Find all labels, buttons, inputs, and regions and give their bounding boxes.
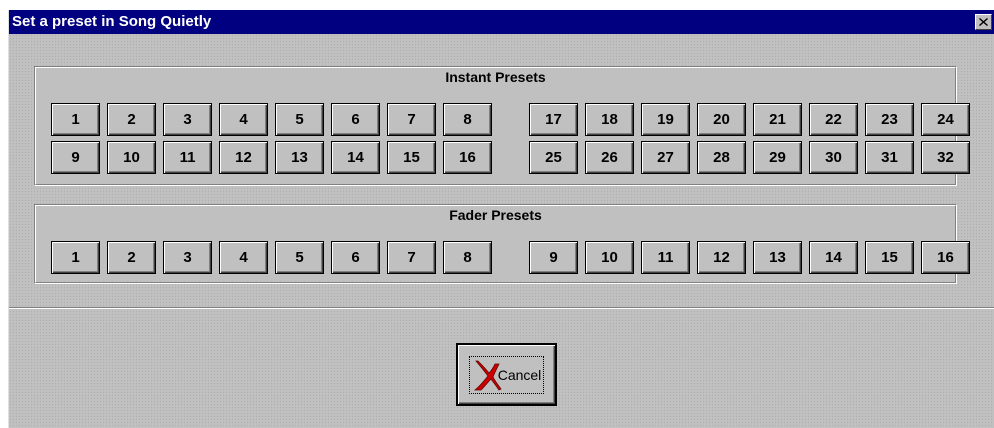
close-icon (979, 18, 988, 26)
fader-presets-button[interactable]: 3 (163, 241, 212, 274)
cancel-label: Cancel (497, 366, 542, 383)
instant-presets-button[interactable]: 25 (529, 141, 578, 174)
instant-presets-button[interactable]: 27 (641, 141, 690, 174)
separator (9, 307, 994, 309)
instant-presets-button[interactable]: 19 (641, 103, 690, 136)
fader-presets-button[interactable]: 13 (753, 241, 802, 274)
instant-presets-button[interactable]: 12 (219, 141, 268, 174)
instant-presets-button[interactable]: 26 (585, 141, 634, 174)
fader-presets-button[interactable]: 16 (921, 241, 970, 274)
instant-presets-button[interactable]: 4 (219, 103, 268, 136)
instant-presets-button[interactable]: 1 (51, 103, 100, 136)
instant-presets-button[interactable]: 7 (387, 103, 436, 136)
fader-presets-button[interactable]: 12 (697, 241, 746, 274)
instant-presets-button[interactable]: 8 (443, 103, 492, 136)
instant-presets-button[interactable]: 28 (697, 141, 746, 174)
instant-presets-button[interactable]: 20 (697, 103, 746, 136)
fader-presets-title: Fader Presets (449, 207, 542, 223)
preset-dialog: Set a preset in Song Quietly Instant Pre… (8, 10, 994, 428)
instant-presets-title: Instant Presets (445, 69, 546, 85)
fader-presets-button[interactable]: 15 (865, 241, 914, 274)
fader-presets-button[interactable]: 6 (331, 241, 380, 274)
instant-presets-button[interactable]: 29 (753, 141, 802, 174)
fader-presets-button[interactable]: 7 (387, 241, 436, 274)
instant-presets-group: Instant Presets 1 2 3 4 5 6 7 8 17 18 19 20 21 22 23 24… (34, 66, 970, 186)
instant-presets-button[interactable]: 30 (809, 141, 858, 174)
instant-presets-button[interactable]: 10 (107, 141, 156, 174)
instant-presets-button[interactable]: 24 (921, 103, 970, 136)
instant-presets-button[interactable]: 5 (275, 103, 324, 136)
instant-presets-button[interactable]: 15 (387, 141, 436, 174)
fader-presets-button[interactable]: 11 (641, 241, 690, 274)
fader-presets-button[interactable]: 9 (529, 241, 578, 274)
instant-presets-button[interactable]: 21 (753, 103, 802, 136)
instant-presets-button[interactable]: 2 (107, 103, 156, 136)
instant-presets-button[interactable]: 14 (331, 141, 380, 174)
instant-presets-button[interactable]: 16 (443, 141, 492, 174)
instant-presets-button[interactable]: 32 (921, 141, 970, 174)
fader-presets-group: Fader Presets 1 2 3 4 5 6 7 8 9 10 11 12 13 14 15 16 (34, 204, 970, 284)
cancel-focus-rect: Cancel (468, 355, 545, 394)
instant-presets-button[interactable]: 11 (163, 141, 212, 174)
fader-presets-button[interactable]: 5 (275, 241, 324, 274)
title-bar[interactable]: Set a preset in Song Quietly (9, 10, 994, 34)
fader-presets-button[interactable]: 1 (51, 241, 100, 274)
instant-presets-button[interactable]: 23 (865, 103, 914, 136)
fader-presets-button[interactable]: 10 (585, 241, 634, 274)
instant-presets-button[interactable]: 18 (585, 103, 634, 136)
instant-presets-button[interactable]: 9 (51, 141, 100, 174)
window-title: Set a preset in Song Quietly (12, 13, 212, 30)
instant-presets-button[interactable]: 17 (529, 103, 578, 136)
cancel-button[interactable]: Cancel (456, 343, 557, 406)
instant-presets-button[interactable]: 31 (865, 141, 914, 174)
instant-presets-button[interactable]: 22 (809, 103, 858, 136)
fader-presets-button[interactable]: 14 (809, 241, 858, 274)
close-button[interactable] (975, 14, 992, 30)
instant-presets-button[interactable]: 13 (275, 141, 324, 174)
instant-presets-button[interactable]: 6 (331, 103, 380, 136)
fader-presets-button[interactable]: 4 (219, 241, 268, 274)
fader-presets-button[interactable]: 8 (443, 241, 492, 274)
fader-presets-button[interactable]: 2 (107, 241, 156, 274)
instant-presets-button[interactable]: 3 (163, 103, 212, 136)
